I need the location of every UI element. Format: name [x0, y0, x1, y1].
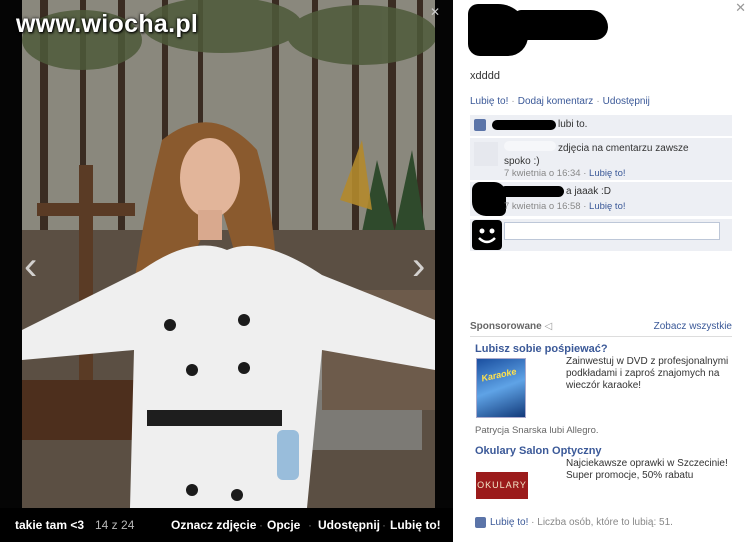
- comment-compose: [470, 219, 732, 251]
- photo[interactable]: [22, 0, 435, 508]
- like-post-link[interactable]: Lubię to!: [470, 96, 508, 107]
- separator: ·: [596, 96, 600, 107]
- comment-like-link[interactable]: Lubię to!: [589, 168, 625, 179]
- separator: ·: [511, 96, 515, 107]
- ad-image-text: Karaoke: [480, 366, 518, 384]
- comment-meta: 7 kwietnia o 16:58 · Lubię to!: [504, 201, 626, 212]
- see-all-link[interactable]: Zobacz wszystkie: [654, 321, 732, 332]
- likes-count: Liczba osób, które to lubią: 51.: [537, 517, 673, 529]
- thumb-up-icon: [474, 119, 486, 131]
- redacted-name: [513, 10, 608, 40]
- comment: zdjęcia na cmentarzu zawsze spoko :) 7 k…: [470, 138, 732, 180]
- footer-like-link[interactable]: Lubię to!: [490, 517, 528, 528]
- comment-like-link[interactable]: Lubię to!: [589, 201, 625, 212]
- post-actions: Lubię to! · Dodaj komentarz · Udostępnij: [470, 96, 650, 107]
- separator: ·: [259, 518, 263, 532]
- comment-text: a jaaak :D: [566, 186, 612, 197]
- thumb-up-icon: [475, 517, 486, 528]
- sponsored-label: Sponsorowane ◁: [470, 321, 553, 332]
- options-button[interactable]: Opcje: [267, 518, 300, 532]
- ad-social: Patrycja Snarska lubi Allegro.: [475, 425, 599, 436]
- photo-panel: www.wiocha.pl ✕ ‹ › takie tam <3 14 z 24…: [0, 0, 453, 542]
- photo-scene: [22, 0, 435, 508]
- comment: a jaaak :D 7 kwietnia o 16:58 · Lubię to…: [470, 182, 732, 216]
- expand-icon[interactable]: ✕: [430, 5, 440, 19]
- sponsored-header: Sponsorowane ◁ Zobacz wszystkie: [470, 319, 732, 337]
- ad-title[interactable]: Okulary Salon Optyczny: [475, 445, 602, 457]
- chevron-right-icon[interactable]: ›: [412, 246, 434, 290]
- comment-text: zdjęcia na cmentarzu zawsze spoko :): [504, 143, 689, 167]
- ad-description: Najciekawsze oprawki w Szczecinie! Super…: [566, 458, 728, 481]
- chevron-left-icon[interactable]: ‹: [24, 246, 46, 290]
- tag-photo-button[interactable]: Oznacz zdjęcie: [171, 518, 256, 532]
- ad-description: Zainwestuj w DVD z profesjonalnymi podkł…: [566, 356, 729, 391]
- like-photo-button[interactable]: Lubię to!: [390, 518, 441, 532]
- commenter-avatar: [474, 142, 498, 166]
- comment-time: 7 kwietnia o 16:58: [504, 201, 581, 212]
- likes-text: lubi to.: [558, 119, 588, 130]
- add-comment-link[interactable]: Dodaj komentarz: [518, 96, 594, 107]
- ad-image[interactable]: OKULARY: [476, 472, 528, 499]
- album-title[interactable]: takie tam <3: [15, 518, 84, 532]
- photo-viewer: www.wiocha.pl ✕ ‹ › takie tam <3 14 z 24…: [0, 0, 750, 542]
- comment-input[interactable]: [504, 222, 720, 240]
- separator: ·: [308, 518, 312, 532]
- separator: ·: [382, 518, 386, 532]
- share-button[interactable]: Udostępnij: [318, 518, 380, 532]
- footer: Lubię to! · Liczba osób, które to lubią:…: [475, 517, 673, 528]
- smiley-icon: [472, 220, 502, 250]
- comment-meta: 7 kwietnia o 16:34 · Lubię to!: [504, 168, 626, 179]
- likes-row: lubi to.: [470, 115, 732, 136]
- photo-action-bar: takie tam <3 14 z 24 Oznacz zdjęcie · Op…: [0, 508, 453, 542]
- side-panel: ✕ xdddd Lubię to! · Dodaj komentarz · Udostę…: [453, 0, 750, 542]
- megaphone-icon: ◁: [544, 321, 553, 332]
- redacted-liker: [492, 120, 556, 130]
- redacted-commenter: [500, 186, 564, 197]
- share-post-link[interactable]: Udostępnij: [603, 96, 650, 107]
- watermark: www.wiocha.pl: [16, 10, 199, 38]
- close-icon[interactable]: ✕: [735, 0, 746, 16]
- ad-title[interactable]: Lubisz sobie pośpiewać?: [475, 343, 608, 355]
- photo-count: 14 z 24: [95, 518, 135, 532]
- ad-image[interactable]: Karaoke: [476, 358, 526, 418]
- comment-time: 7 kwietnia o 16:34: [504, 168, 581, 179]
- post-text: xdddd: [470, 70, 500, 82]
